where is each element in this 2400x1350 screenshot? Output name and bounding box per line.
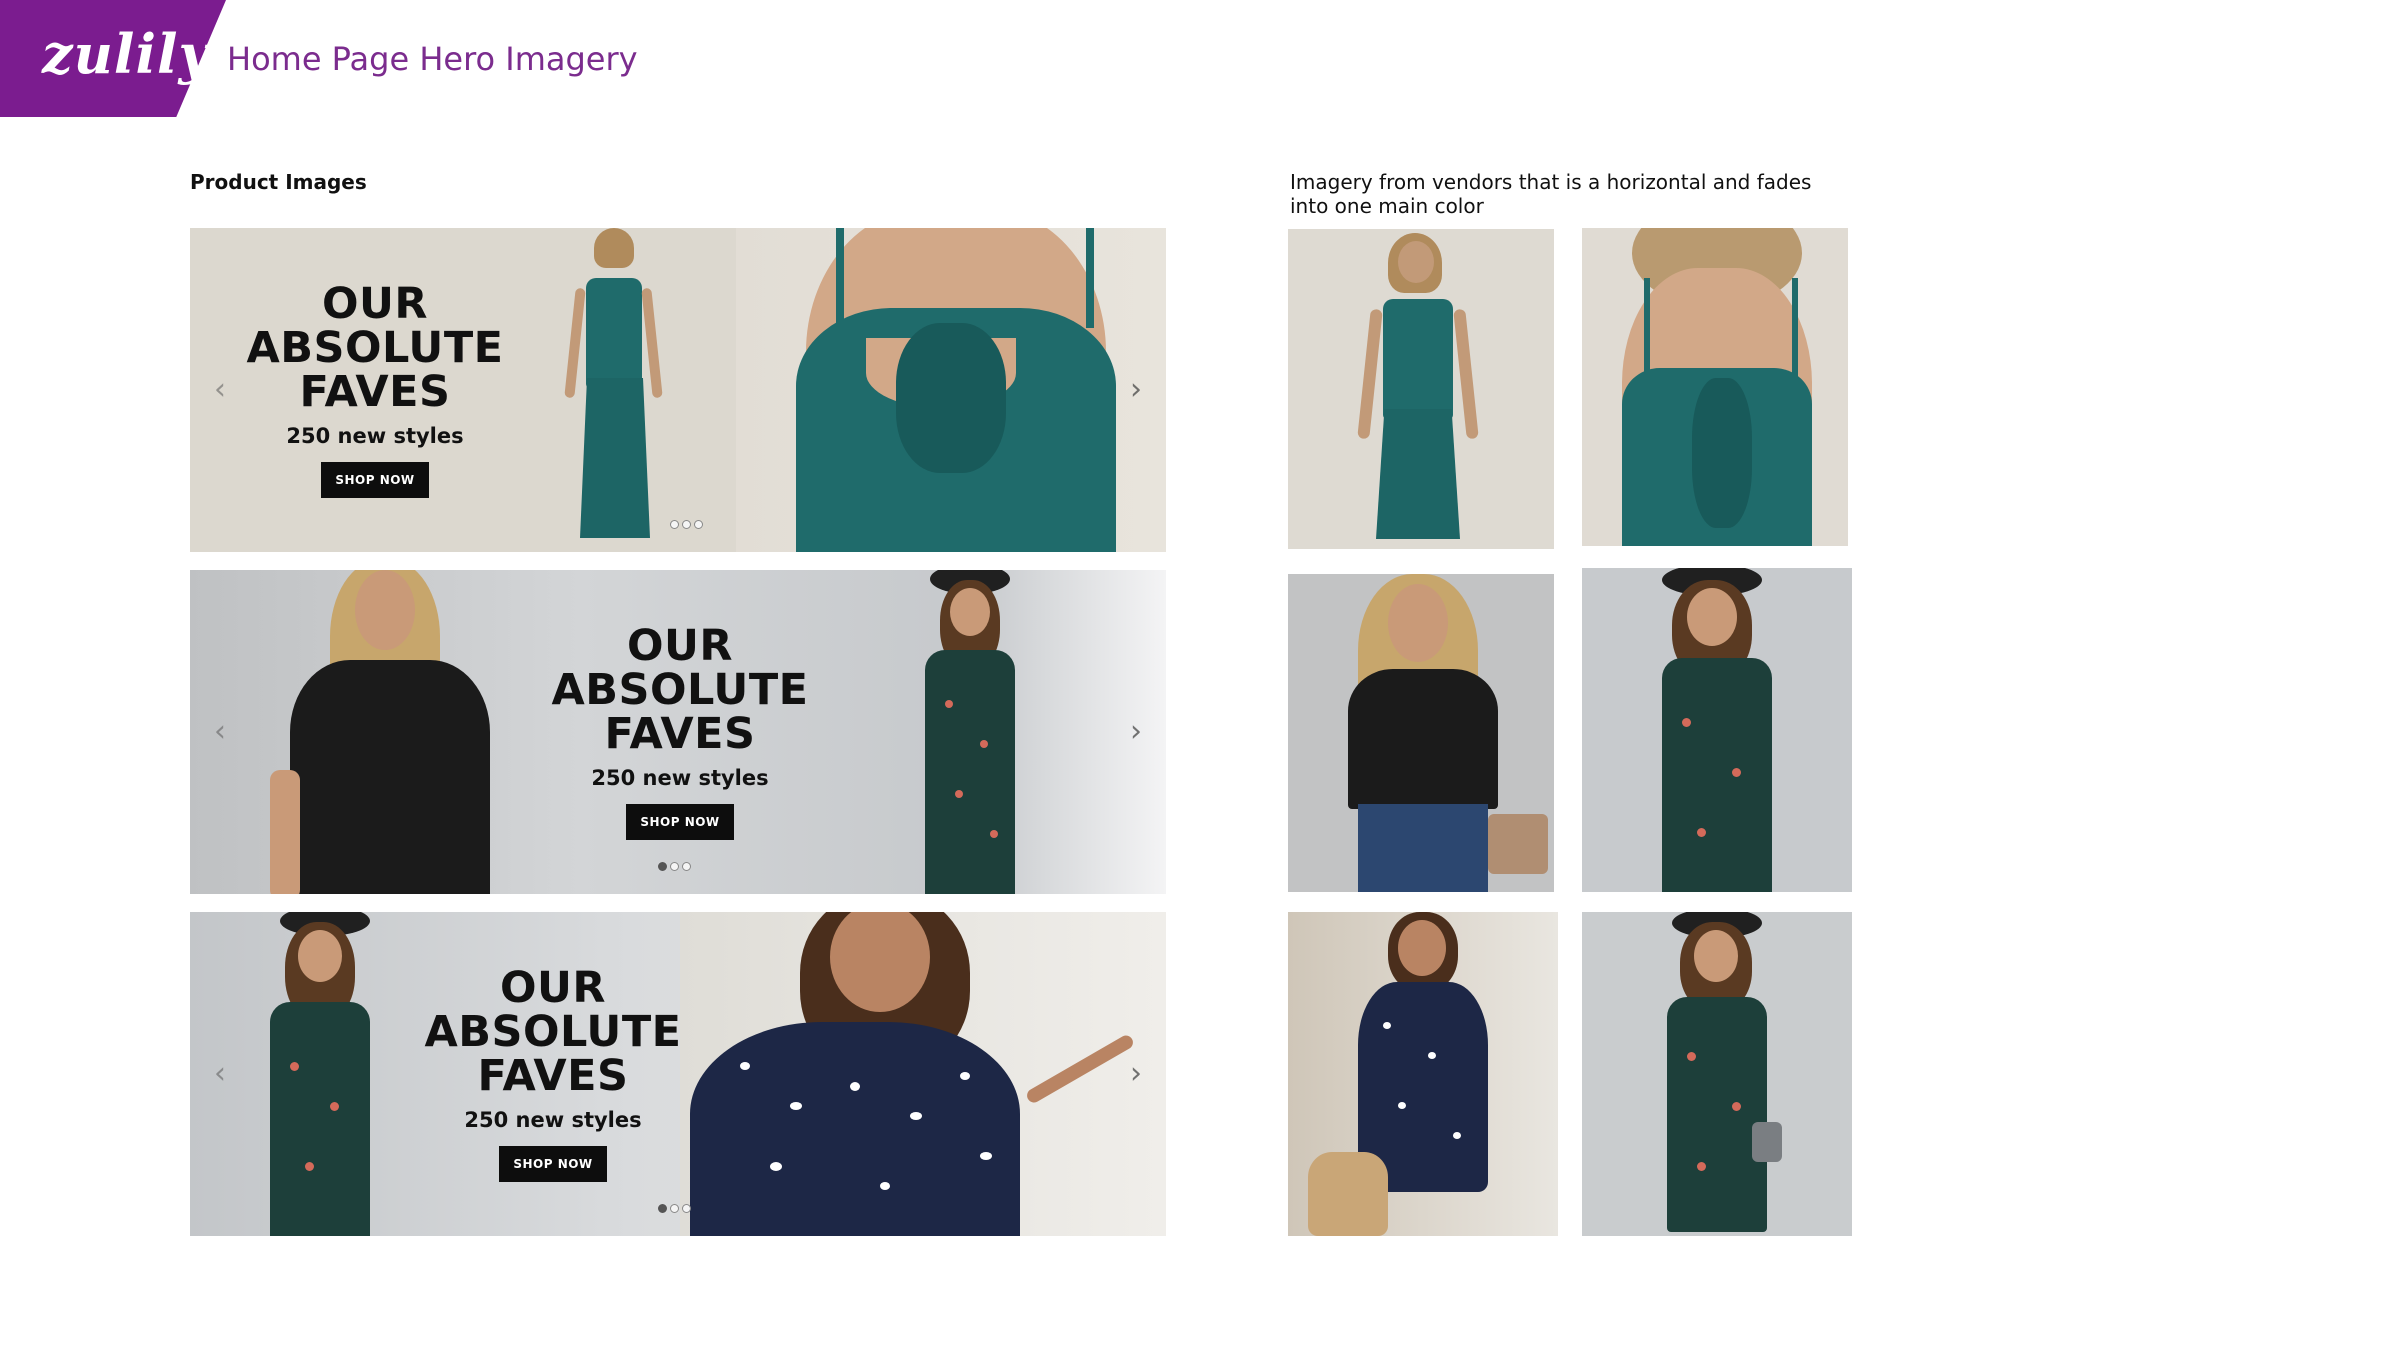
chevron-right-icon[interactable]: › xyxy=(1121,1056,1151,1092)
carousel-dots xyxy=(670,520,703,529)
chevron-left-icon[interactable]: ‹ xyxy=(205,714,235,750)
banner-headline: OUR ABSOLUTE FAVES xyxy=(424,963,682,1101)
shop-now-button[interactable]: SHOP NOW xyxy=(499,1146,607,1182)
banner-headline: OUR ABSOLUTE FAVES xyxy=(551,621,809,759)
carousel-dot[interactable] xyxy=(658,1204,667,1213)
chevron-right-icon[interactable]: › xyxy=(1121,372,1151,408)
carousel-dots xyxy=(658,862,691,871)
carousel-dot[interactable] xyxy=(670,1204,679,1213)
carousel-dots xyxy=(658,1204,691,1213)
vendor-thumbnail-teal-back-tie[interactable] xyxy=(1582,228,1848,546)
vendor-thumbnail-leopard-dress[interactable] xyxy=(1582,568,1852,892)
carousel-dot[interactable] xyxy=(682,520,691,529)
carousel-dot[interactable] xyxy=(670,520,679,529)
zulily-logo[interactable]: zulily xyxy=(42,22,211,86)
vendor-thumbnail-black-top[interactable] xyxy=(1288,574,1554,892)
banner-subtitle: 250 new styles xyxy=(464,1108,642,1132)
page-title: Home Page Hero Imagery xyxy=(227,40,638,78)
carousel-dot[interactable] xyxy=(682,862,691,871)
banner-subtitle: 250 new styles xyxy=(286,424,464,448)
banner-subtitle: 250 new styles xyxy=(591,766,769,790)
hero-banner-2[interactable]: OUR ABSOLUTE FAVES 250 new styles SHOP N… xyxy=(190,570,1166,894)
carousel-dot[interactable] xyxy=(682,1204,691,1213)
vendor-thumbnail-leopard-dress-full[interactable] xyxy=(1582,912,1852,1236)
product-photo-navy-dot-dress xyxy=(680,912,1166,1236)
shop-now-button[interactable]: SHOP NOW xyxy=(626,804,734,840)
product-photo-black-top xyxy=(270,570,490,894)
chevron-left-icon[interactable]: ‹ xyxy=(205,372,235,408)
product-photo-leopard-dress xyxy=(230,912,400,1236)
chevron-right-icon[interactable]: › xyxy=(1121,714,1151,750)
vendor-thumbnail-teal-jumpsuit-front[interactable] xyxy=(1288,229,1554,549)
product-images-label: Product Images xyxy=(190,170,367,194)
carousel-dot[interactable] xyxy=(670,862,679,871)
chevron-left-icon[interactable]: ‹ xyxy=(205,1056,235,1092)
product-photo-back-tie xyxy=(736,228,1166,552)
vendor-imagery-label-line2: into one main color xyxy=(1290,194,1484,218)
carousel-dot[interactable] xyxy=(658,862,667,871)
vendor-thumbnail-navy-dot-dress[interactable] xyxy=(1288,912,1558,1236)
vendor-imagery-label-line1: Imagery from vendors that is a horizonta… xyxy=(1290,170,1812,194)
hero-banner-3[interactable]: OUR ABSOLUTE FAVES 250 new styles SHOP N… xyxy=(190,912,1166,1236)
hero-banner-1[interactable]: OUR ABSOLUTE FAVES 250 new styles SHOP N… xyxy=(190,228,1166,552)
banner-headline: OUR ABSOLUTE FAVES xyxy=(246,279,504,417)
shop-now-button[interactable]: SHOP NOW xyxy=(321,462,429,498)
product-photo-jumpsuit xyxy=(490,228,736,552)
carousel-dot[interactable] xyxy=(694,520,703,529)
product-photo-leopard-dress xyxy=(890,570,1040,894)
